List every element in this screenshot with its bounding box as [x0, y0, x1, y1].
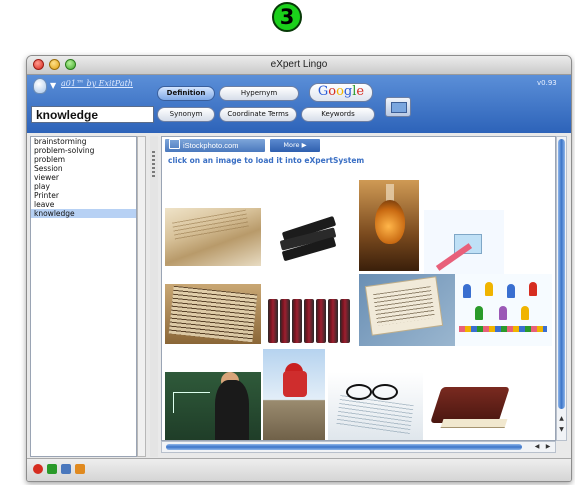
logo-area[interactable]: ▼ a01™ by ExitPath [31, 78, 151, 98]
hypernym-button[interactable]: Hypernym [219, 86, 299, 101]
word-list-scrollbar[interactable] [137, 136, 146, 457]
scroll-left-arrow-icon[interactable]: ◀ [532, 442, 542, 452]
lightbulb-icon [33, 78, 47, 94]
export-icon[interactable] [75, 464, 85, 474]
journal-icon[interactable] [359, 274, 455, 346]
istock-icon [169, 139, 180, 149]
image-pane-horizontal-scrollbar[interactable]: ◀ ▶ [161, 441, 556, 453]
diagram-icon[interactable] [424, 210, 504, 274]
step-number: 3 [279, 5, 295, 29]
flask-icon[interactable] [359, 180, 419, 271]
list-item[interactable]: problem [31, 155, 136, 164]
synonym-button[interactable]: Synonym [157, 107, 215, 122]
app-window: eXpert Lingo ▼ a01™ by ExitPath knowledg… [26, 55, 572, 482]
chevron-down-icon[interactable]: ▼ [50, 81, 56, 90]
horizontal-scroll-thumb[interactable] [166, 444, 522, 450]
coordinate-terms-button[interactable]: Coordinate Terms [219, 107, 297, 122]
search-input[interactable]: knowledge [31, 106, 154, 123]
pegs-icon[interactable] [455, 274, 552, 346]
app-logo-link[interactable]: a01™ by ExitPath [61, 79, 133, 88]
print-icon[interactable] [61, 464, 71, 474]
list-item[interactable]: Printer [31, 191, 136, 200]
vertical-scroll-thumb[interactable] [558, 139, 565, 409]
bottom-bar [27, 458, 571, 481]
split-view-divider[interactable] [150, 136, 158, 457]
teacher-icon[interactable] [165, 372, 261, 440]
list-item[interactable]: play [31, 182, 136, 191]
istock-tab[interactable]: iStockphoto.com [165, 139, 265, 152]
list-item[interactable]: leave [31, 200, 136, 209]
list-item[interactable]: viewer [31, 173, 136, 182]
keywords-button[interactable]: Keywords [301, 107, 375, 122]
monitor-icon [391, 102, 407, 113]
version-label: v0.93 [537, 79, 557, 87]
scroll-up-arrow-icon[interactable]: ▲ [557, 414, 566, 424]
list-item[interactable]: problem-solving [31, 146, 136, 155]
list-item[interactable]: Session [31, 164, 136, 173]
scroll-down-arrow-icon[interactable]: ▼ [557, 425, 566, 435]
window-title: eXpert Lingo [270, 59, 328, 70]
definition-button[interactable]: Definition [157, 86, 215, 101]
display-button[interactable] [385, 97, 411, 117]
title-bar[interactable]: eXpert Lingo [27, 56, 571, 75]
closed-book-icon[interactable] [424, 371, 520, 440]
more-button[interactable]: More ▶ [270, 139, 320, 152]
scroll-right-arrow-icon[interactable]: ▶ [543, 442, 553, 452]
image-pane-vertical-scrollbar[interactable]: ▲ ▼ [556, 136, 567, 441]
word-list[interactable]: brainstorming problem-solving problem Se… [30, 136, 137, 457]
glasses-icon[interactable] [328, 372, 423, 440]
save-icon[interactable] [47, 464, 57, 474]
stop-icon[interactable] [33, 464, 43, 474]
google-button[interactable]: Google [309, 83, 373, 102]
boy-reading-icon[interactable] [263, 349, 325, 440]
list-item-selected[interactable]: knowledge [31, 209, 136, 218]
old-paper-icon[interactable] [165, 208, 261, 266]
image-results-pane: iStockphoto.com More ▶ click on an image… [161, 136, 556, 441]
istock-label: iStockphoto.com [183, 141, 239, 150]
toolbar: ▼ a01™ by ExitPath knowledge Definition … [27, 75, 571, 133]
list-item[interactable]: brainstorming [31, 137, 136, 146]
stacked-books-icon[interactable] [270, 200, 350, 272]
book-spines-icon[interactable] [266, 287, 351, 345]
step-badge: 3 [262, 2, 314, 32]
open-book-icon[interactable] [165, 284, 261, 344]
instruction-text: click on an image to load it into eXpert… [168, 156, 365, 165]
drag-handle-icon[interactable] [152, 151, 155, 177]
